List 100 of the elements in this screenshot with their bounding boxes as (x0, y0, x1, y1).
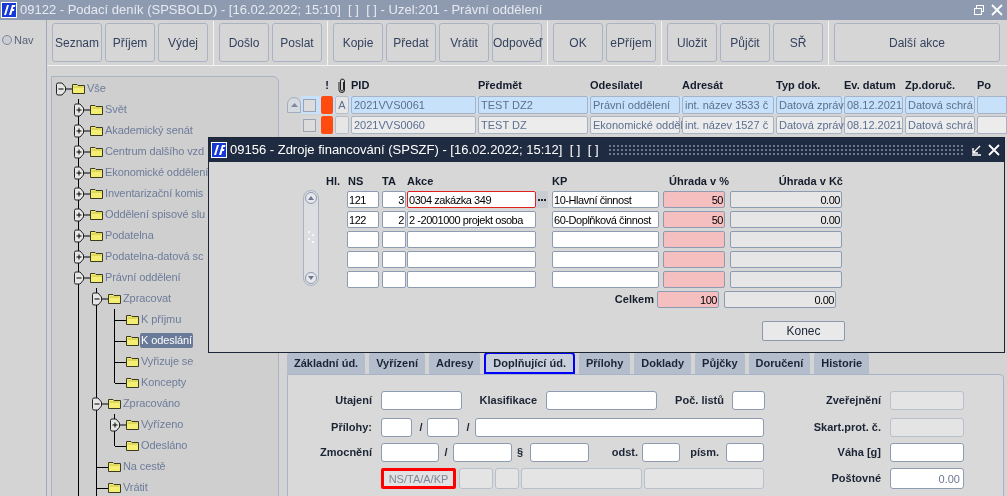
tab[interactable]: Doplňující úd. (484, 352, 575, 374)
expand-icon[interactable] (72, 144, 90, 159)
expand-icon[interactable] (72, 207, 90, 222)
collapse-icon[interactable] (72, 270, 90, 285)
input-field[interactable] (552, 271, 659, 288)
column-header[interactable]: Adresát (682, 77, 774, 94)
input-field[interactable] (382, 271, 406, 288)
input-field[interactable] (347, 271, 379, 288)
expand-icon[interactable] (72, 228, 90, 243)
input-field[interactable] (663, 251, 725, 268)
input-field[interactable] (475, 418, 764, 437)
input-field[interactable] (642, 443, 680, 462)
input-field[interactable] (407, 231, 536, 248)
input-field[interactable]: 0.00 (730, 191, 842, 208)
column-header[interactable]: Typ dok. (776, 77, 842, 94)
input-field[interactable]: 0.00 (730, 211, 842, 228)
toolbar-button[interactable]: SŘ (773, 23, 823, 62)
tab[interactable]: Základní úd. (287, 352, 366, 374)
toolbar-button[interactable]: Půjčit (720, 23, 770, 62)
expand-icon[interactable] (72, 123, 90, 138)
expand-icon[interactable] (72, 102, 90, 117)
tab[interactable]: Vyřízení (369, 352, 425, 374)
tab[interactable]: Půjčky (695, 352, 745, 374)
input-field[interactable]: 50 (663, 191, 725, 208)
input-field[interactable]: 0304 zakázka 349 (407, 191, 536, 208)
toolbar-button[interactable]: OK (553, 23, 603, 62)
row-checkbox[interactable] (303, 98, 316, 112)
table-row[interactable]: 2021VVS0060 TEST DZ Ekonomické odděl int. název 1527 č Datová zpráv 08.12.2021 Datová schrá (301, 116, 1007, 134)
toolbar-button[interactable]: Uložit (667, 23, 717, 62)
input-field[interactable]: 60-Doplňková činnost (552, 211, 659, 228)
input-field[interactable]: 2 -2001000 projekt osoba (407, 211, 536, 228)
expand-icon[interactable] (108, 417, 126, 432)
row-checkbox[interactable] (303, 118, 316, 132)
input-field[interactable]: 122 (347, 211, 379, 228)
toolbar-button[interactable]: Seznam (52, 23, 102, 62)
scroll-grip-icon[interactable] (308, 230, 314, 246)
input-field[interactable] (381, 418, 412, 437)
tab[interactable]: Doklady (634, 352, 692, 374)
nav-radio[interactable] (2, 35, 12, 46)
input-field[interactable] (663, 271, 725, 288)
scroll-up-icon[interactable] (305, 192, 317, 204)
input-field[interactable] (552, 231, 659, 248)
scroll-up-button[interactable] (287, 97, 301, 113)
lookup-button[interactable] (536, 191, 548, 208)
column-header[interactable]: Odesílatel (590, 77, 680, 94)
input-field[interactable] (552, 251, 659, 268)
toolbar-button[interactable]: Odpověď (492, 23, 542, 62)
input-field[interactable] (732, 391, 765, 410)
column-header[interactable]: PID (351, 77, 476, 94)
input-field[interactable] (347, 251, 379, 268)
input-field[interactable] (347, 231, 379, 248)
input-field[interactable] (730, 251, 842, 268)
input-field[interactable] (382, 231, 406, 248)
input-field[interactable] (730, 231, 842, 248)
tab[interactable]: Doručení (748, 352, 811, 374)
input-field[interactable]: 50 (663, 211, 725, 228)
toolbar-button[interactable]: Poslat (272, 23, 322, 62)
column-header[interactable]: Předmět (478, 77, 588, 94)
input-field[interactable]: 3 (382, 191, 406, 208)
toolbar-button[interactable]: Výdej (158, 23, 208, 62)
input-field[interactable] (407, 271, 536, 288)
close-icon[interactable] (988, 144, 1000, 156)
collapse-icon[interactable] (54, 81, 72, 96)
input-field[interactable] (453, 443, 512, 462)
table-row[interactable]: A 2021VVS0061 TEST DZ2 Právní oddělení int. název 3533 č Datová zpráv 08.12.2021 Datová schrá (301, 96, 1007, 114)
input-field[interactable]: 2 (382, 211, 406, 228)
toolbar-button[interactable]: Vrátit (439, 23, 489, 62)
toolbar-button[interactable]: Příjem (105, 23, 155, 62)
expand-icon[interactable] (72, 165, 90, 180)
input-field[interactable]: 10-Hlavní činnost (552, 191, 659, 208)
tab[interactable]: Přílohy (579, 352, 631, 374)
input-field[interactable] (407, 251, 536, 268)
input-field[interactable] (427, 418, 459, 437)
input-field[interactable] (730, 271, 842, 288)
collapse-icon[interactable] (90, 291, 108, 306)
input-field[interactable] (890, 443, 964, 462)
column-header[interactable]: Ev. datum (844, 77, 903, 94)
input-field[interactable] (382, 251, 406, 268)
column-header[interactable]: Zp.doruč. (905, 77, 975, 94)
input-field[interactable] (546, 391, 657, 410)
toolbar-button[interactable]: ePříjem (606, 23, 656, 62)
expand-icon[interactable] (72, 249, 90, 264)
toolbar-button[interactable]: Další akce (834, 23, 1000, 62)
toolbar-button[interactable]: Předat (386, 23, 436, 62)
input-field[interactable] (663, 231, 725, 248)
input-field[interactable]: 121 (347, 191, 379, 208)
collapse-icon[interactable] (90, 396, 108, 411)
restore-icon[interactable] (973, 4, 985, 16)
tab[interactable]: Historie (814, 352, 870, 374)
column-header[interactable]: Po (977, 77, 1007, 94)
expand-icon[interactable] (72, 186, 90, 201)
close-button[interactable]: Konec (762, 321, 845, 341)
input-field[interactable]: 0.00 (890, 468, 964, 489)
input-field[interactable]: 0.00 (724, 291, 836, 308)
scrollbar[interactable] (303, 190, 319, 286)
input-field[interactable] (726, 443, 764, 462)
toolbar-button[interactable]: Kopie (333, 23, 383, 62)
minimize-icon[interactable] (970, 144, 982, 156)
tab[interactable]: Adresy (428, 352, 481, 374)
input-field[interactable] (530, 443, 589, 462)
